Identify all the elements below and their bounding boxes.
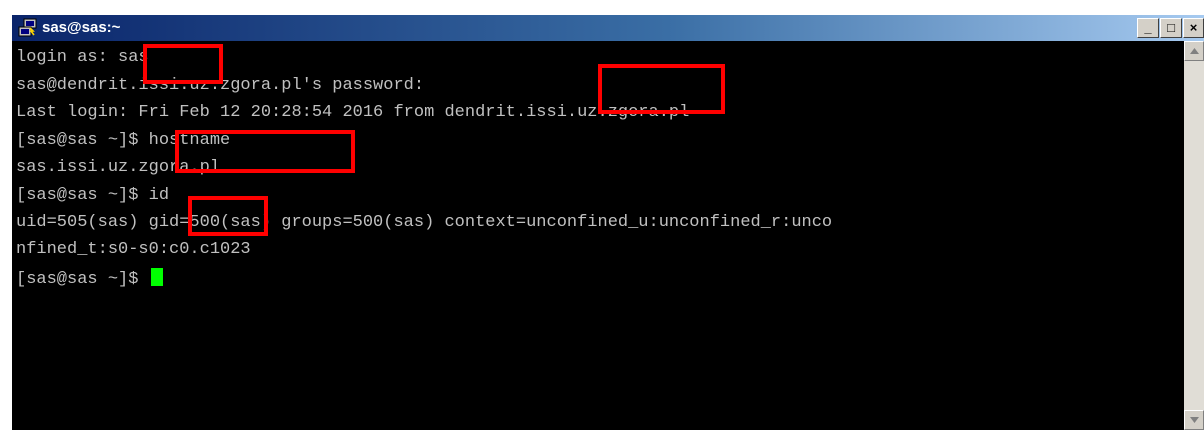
window-title: sas@sas:~ bbox=[42, 19, 121, 36]
putty-icon[interactable] bbox=[18, 18, 38, 38]
terminal-line-id-output-2: nfined_t:s0-s0:c0.c1023 bbox=[16, 240, 251, 259]
highlight-hostname-command bbox=[175, 130, 355, 173]
terminal-line-login: login as: sas bbox=[16, 48, 149, 67]
close-button[interactable]: × bbox=[1183, 18, 1204, 38]
terminal-line-last-login: Last login: Fri Feb 12 20:28:54 2016 fro… bbox=[16, 103, 690, 122]
highlight-password bbox=[598, 64, 725, 114]
prompt-text: [sas@sas ~]$ bbox=[16, 270, 149, 289]
highlight-username bbox=[143, 44, 223, 84]
minimize-button[interactable]: _ bbox=[1137, 18, 1159, 38]
terminal-line-id-cmd: [sas@sas ~]$ id bbox=[16, 186, 170, 205]
maximize-button[interactable]: □ bbox=[1160, 18, 1182, 38]
terminal-line-id-output-1: uid=505(sas) gid=500(sas) groups=500(sas… bbox=[16, 213, 833, 232]
vertical-scrollbar[interactable] bbox=[1184, 41, 1204, 430]
highlight-id-command bbox=[188, 196, 268, 236]
title-bar[interactable]: sas@sas:~ _ □ × bbox=[12, 15, 1204, 41]
terminal-line-prompt: [sas@sas ~]$ bbox=[16, 268, 163, 290]
scroll-down-arrow-icon[interactable] bbox=[1184, 410, 1204, 430]
terminal-cursor bbox=[150, 268, 163, 286]
scroll-up-arrow-icon[interactable] bbox=[1184, 41, 1204, 61]
